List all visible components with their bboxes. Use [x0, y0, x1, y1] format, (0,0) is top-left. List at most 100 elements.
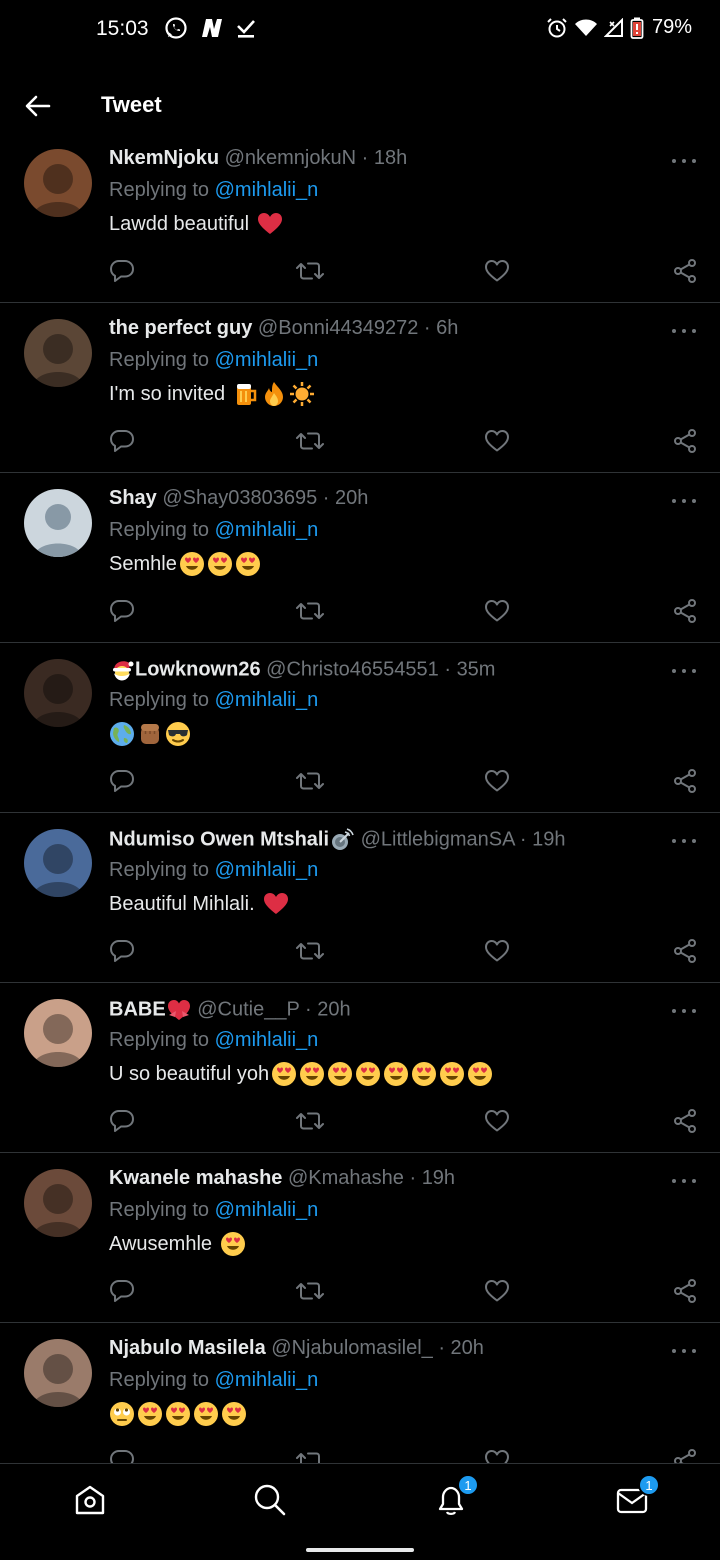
share-icon[interactable]: [671, 597, 699, 625]
more-options-icon[interactable]: [672, 831, 696, 851]
replying-to-handle[interactable]: @mihlalii_n: [215, 349, 319, 371]
retweet-icon[interactable]: [296, 1447, 324, 1463]
share-icon[interactable]: [671, 937, 699, 965]
more-options-icon[interactable]: [672, 1001, 696, 1021]
tweet-time: 19h: [421, 1167, 456, 1189]
retweet-icon[interactable]: [296, 597, 324, 625]
share-icon[interactable]: [671, 427, 699, 455]
like-icon[interactable]: [483, 1277, 511, 1305]
replying-to-label: Replying to: [109, 1199, 210, 1221]
share-icon[interactable]: [671, 1447, 699, 1463]
reply-icon[interactable]: [108, 1277, 136, 1305]
reply-tweet[interactable]: Kwanele mahashe @Kmahashe · 19h Replying …: [0, 1153, 720, 1323]
retweet-icon[interactable]: [296, 1107, 324, 1135]
share-icon[interactable]: [671, 767, 699, 795]
heart-eyes-emoji: [439, 1061, 465, 1087]
retweet-icon[interactable]: [296, 257, 324, 285]
more-options-icon[interactable]: [672, 1171, 696, 1191]
red-heart-emoji: [263, 891, 289, 917]
tweet-text: U so beautiful yoh: [109, 1061, 493, 1087]
retweet-icon[interactable]: [296, 427, 324, 455]
satellite-emoji: [329, 827, 355, 853]
like-icon[interactable]: [483, 1107, 511, 1135]
share-icon[interactable]: [671, 257, 699, 285]
replying-to-handle[interactable]: @mihlalii_n: [215, 1029, 319, 1051]
reply-tweet[interactable]: Njabulo Masilela @Njabulomasilel_ · 20h R…: [0, 1323, 720, 1463]
tweet-time: 20h: [317, 998, 351, 1021]
tweet-text-content: U so beautiful yoh: [109, 1062, 270, 1085]
reply-icon[interactable]: [108, 257, 136, 285]
like-icon[interactable]: [483, 1447, 511, 1463]
avatar[interactable]: [24, 1339, 92, 1407]
reply-icon[interactable]: [108, 427, 136, 455]
avatar[interactable]: [24, 829, 92, 897]
replying-to-handle[interactable]: @mihlalii_n: [215, 1199, 319, 1221]
heart-eyes-emoji: [137, 1401, 163, 1427]
tweet-text-content: Lawdd beautiful: [109, 212, 250, 235]
like-icon[interactable]: [483, 767, 511, 795]
avatar[interactable]: [24, 149, 92, 217]
tweet-actions: [109, 937, 699, 965]
author-name[interactable]: Njabulo Masilela: [109, 1337, 266, 1359]
raised-fist-emoji: [137, 721, 163, 747]
more-options-icon[interactable]: [672, 491, 696, 511]
reply-tweet[interactable]: the perfect guy @Bonni44349272 · 6h Reply…: [0, 303, 720, 473]
nav-messages[interactable]: 1: [612, 1474, 660, 1520]
more-options-icon[interactable]: [672, 1341, 696, 1361]
tweet-text: Lawdd beautiful: [109, 211, 283, 237]
more-options-icon[interactable]: [672, 321, 696, 341]
author-name[interactable]: Kwanele mahashe: [109, 1167, 282, 1189]
share-icon[interactable]: [671, 1277, 699, 1305]
reply-tweet[interactable]: Ndumiso Owen Mtshali @LittlebigmanSA · 1…: [0, 813, 720, 983]
author-name[interactable]: the perfect guy: [109, 317, 252, 339]
author-name[interactable]: BABE: [109, 998, 166, 1020]
reply-tweet[interactable]: Shay @Shay03803695 · 20h Replying to @mih…: [0, 473, 720, 643]
replying-to-handle[interactable]: @mihlalii_n: [215, 859, 319, 881]
like-icon[interactable]: [483, 257, 511, 285]
back-button[interactable]: [18, 88, 58, 124]
reply-icon[interactable]: [108, 937, 136, 965]
reply-icon[interactable]: [108, 597, 136, 625]
nav-notifications[interactable]: 1: [431, 1474, 479, 1520]
more-options-icon[interactable]: [672, 661, 696, 681]
reply-icon[interactable]: [108, 767, 136, 795]
avatar[interactable]: [24, 489, 92, 557]
share-icon[interactable]: [671, 1107, 699, 1135]
reply-tweet[interactable]: NkemNjoku @nkemnjokuN · 18h Replying to @…: [0, 133, 720, 303]
author-name[interactable]: Lowknown26: [135, 658, 261, 680]
author-name[interactable]: Shay: [109, 487, 157, 509]
like-icon[interactable]: [483, 597, 511, 625]
replying-to-handle[interactable]: @mihlalii_n: [215, 179, 319, 201]
like-icon[interactable]: [483, 937, 511, 965]
nav-home[interactable]: [70, 1480, 110, 1520]
heart-eyes-emoji: [179, 551, 205, 577]
tweet-header: Kwanele mahashe @Kmahashe · 19h: [109, 1167, 455, 1190]
reply-icon[interactable]: [108, 1107, 136, 1135]
more-options-icon[interactable]: [672, 151, 696, 171]
reply-list: NkemNjoku @nkemnjokuN · 18h Replying to @…: [0, 133, 720, 1463]
retweet-icon[interactable]: [296, 1277, 324, 1305]
replying-to-handle[interactable]: @mihlalii_n: [215, 519, 319, 541]
author-name[interactable]: NkemNjoku: [109, 147, 219, 169]
avatar[interactable]: [24, 999, 92, 1067]
replying-to-handle[interactable]: @mihlalii_n: [215, 1369, 319, 1391]
heart-ribbon-emoji: [166, 997, 192, 1023]
tweet-actions: [109, 767, 699, 795]
sunglasses-emoji: [165, 721, 191, 747]
tweet-header: Ndumiso Owen Mtshali @LittlebigmanSA · 1…: [109, 827, 565, 853]
retweet-icon[interactable]: [296, 937, 324, 965]
reply-tweet[interactable]: Lowknown26 @Christo46554551 · 35m Replyin…: [0, 643, 720, 813]
reply-icon[interactable]: [108, 1447, 136, 1463]
tweet-actions: [109, 427, 699, 455]
reply-tweet[interactable]: BABE @Cutie__P · 20h Replying to @mihlali…: [0, 983, 720, 1153]
news-app-icon: [202, 19, 222, 37]
retweet-icon[interactable]: [296, 767, 324, 795]
meta-separator: ·: [317, 487, 336, 509]
like-icon[interactable]: [483, 427, 511, 455]
avatar[interactable]: [24, 659, 92, 727]
avatar[interactable]: [24, 319, 92, 387]
author-name[interactable]: Ndumiso Owen Mtshali: [109, 828, 329, 850]
replying-to-handle[interactable]: @mihlalii_n: [215, 689, 319, 711]
nav-search[interactable]: [250, 1480, 290, 1520]
avatar[interactable]: [24, 1169, 92, 1237]
